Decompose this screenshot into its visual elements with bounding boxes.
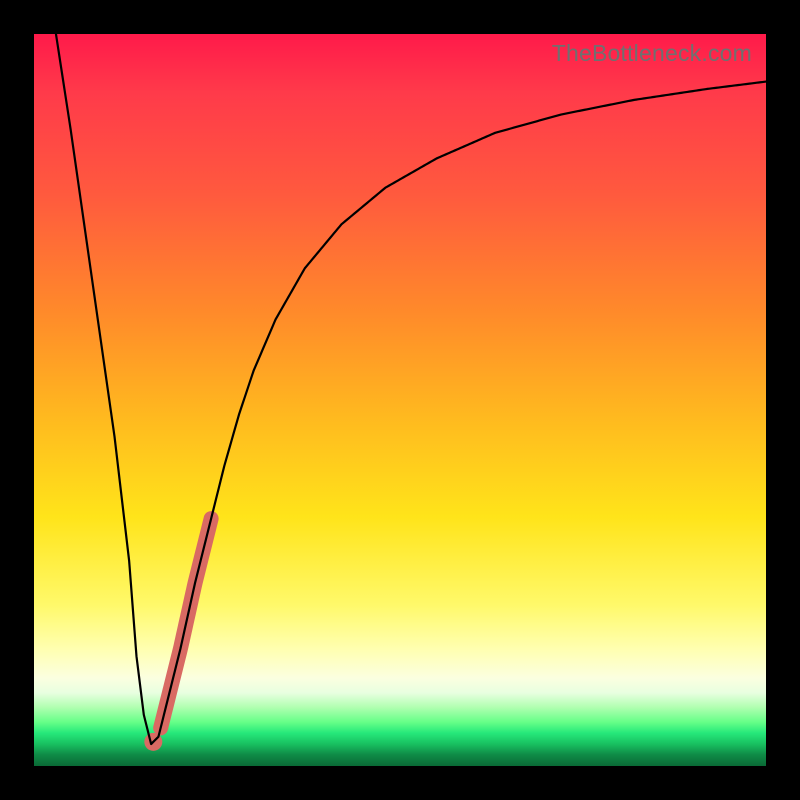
chart-svg	[34, 34, 766, 766]
plot-area: TheBottleneck.com	[34, 34, 766, 766]
bottleneck-curve	[56, 34, 766, 744]
highlight-layer	[144, 519, 211, 751]
chart-frame: TheBottleneck.com	[0, 0, 800, 800]
